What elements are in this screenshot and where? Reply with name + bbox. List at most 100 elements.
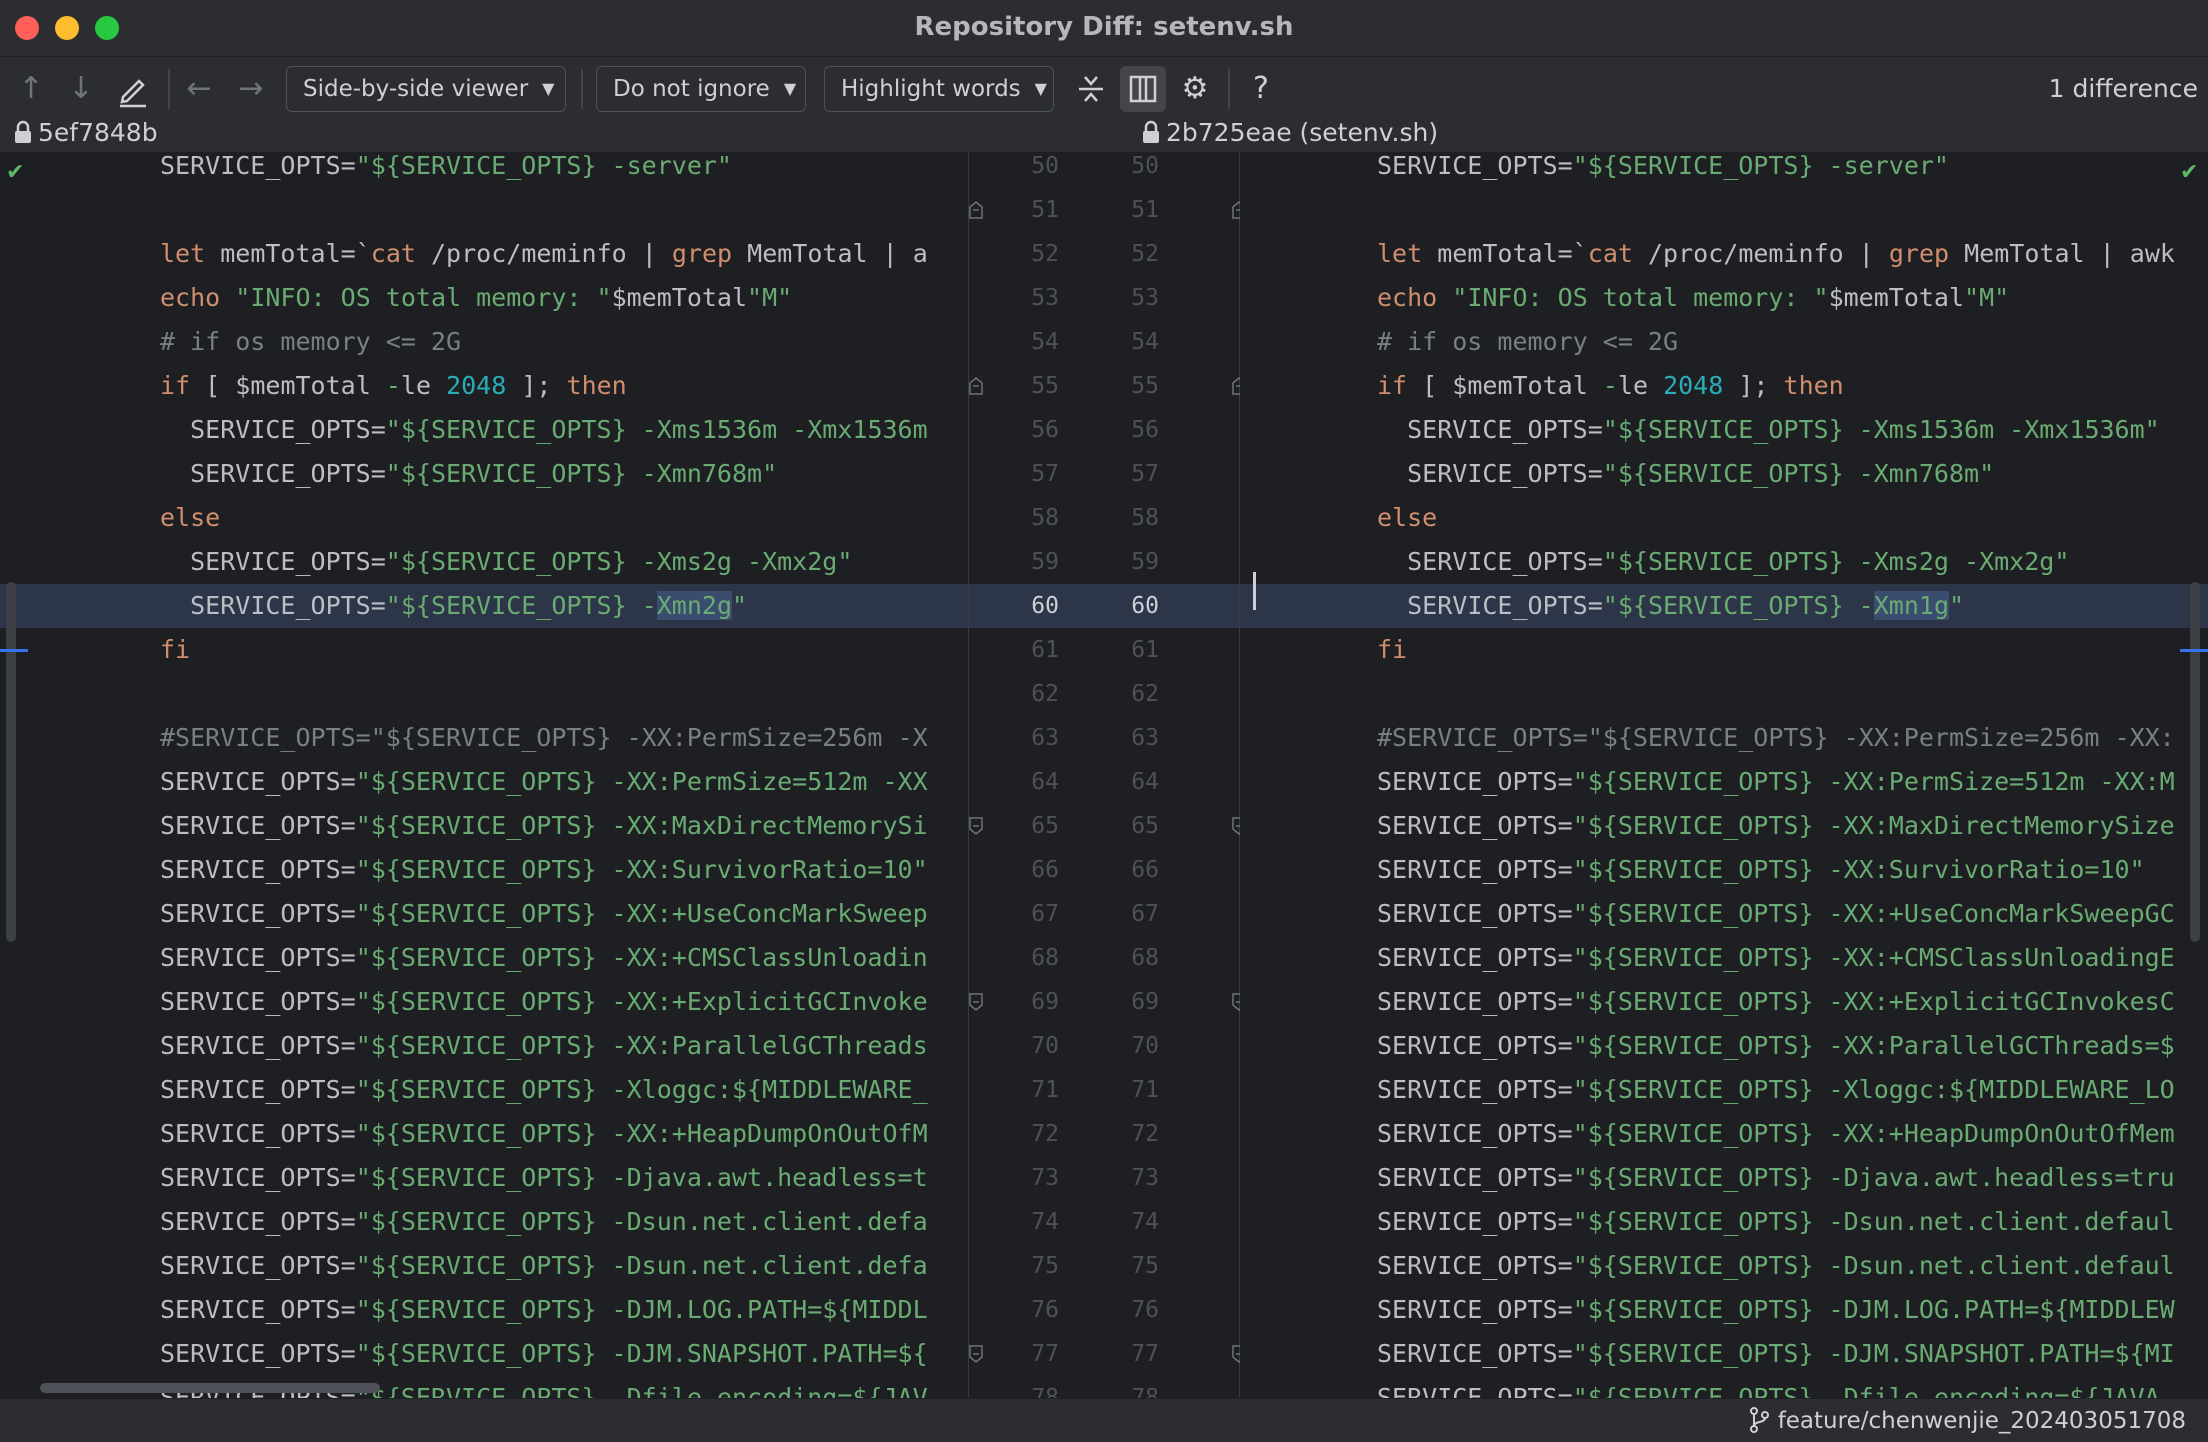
left-line-number[interactable]: 73 <box>999 1156 1059 1200</box>
ignore-mode-dropdown[interactable]: Do not ignore ▼ <box>596 66 806 112</box>
left-line-number[interactable]: 64 <box>999 760 1059 804</box>
prev-difference-icon[interactable]: ↑ <box>8 66 54 112</box>
right-line-number[interactable]: 77 <box>1099 1332 1159 1376</box>
left-line-number[interactable]: 53 <box>999 276 1059 320</box>
left-code-line[interactable]: SERVICE_OPTS="${SERVICE_OPTS} -Xms2g -Xm… <box>0 540 968 584</box>
right-line-number[interactable]: 71 <box>1099 1068 1159 1112</box>
right-code-line[interactable]: SERVICE_OPTS="${SERVICE_OPTS} -XX:Surviv… <box>1240 848 2208 892</box>
fold-marker-icon[interactable] <box>969 201 983 219</box>
right-line-number[interactable]: 76 <box>1099 1288 1159 1332</box>
left-line-number[interactable]: 67 <box>999 892 1059 936</box>
left-vertical-scrollbar[interactable] <box>6 582 16 942</box>
right-line-number[interactable]: 52 <box>1099 232 1159 276</box>
right-line-number[interactable]: 56 <box>1099 408 1159 452</box>
right-code-line[interactable]: fi <box>1240 628 2208 672</box>
right-code-line[interactable]: SERVICE_OPTS="${SERVICE_OPTS} -Dsun.net.… <box>1240 1200 2208 1244</box>
right-code-line[interactable]: SERVICE_OPTS="${SERVICE_OPTS} -Djava.awt… <box>1240 1156 2208 1200</box>
left-code-line[interactable]: SERVICE_OPTS="${SERVICE_OPTS} -XX:+CMSCl… <box>0 936 968 980</box>
right-line-number[interactable]: 72 <box>1099 1112 1159 1156</box>
right-code-line[interactable]: SERVICE_OPTS="${SERVICE_OPTS} -Dsun.net.… <box>1240 1244 2208 1288</box>
left-line-number[interactable]: 56 <box>999 408 1059 452</box>
right-code-line[interactable]: SERVICE_OPTS="${SERVICE_OPTS} -XX:+HeapD… <box>1240 1112 2208 1156</box>
left-code-line[interactable]: SERVICE_OPTS="${SERVICE_OPTS} -XX:+Expli… <box>0 980 968 1024</box>
right-code-line[interactable]: SERVICE_OPTS="${SERVICE_OPTS} -XX:Parall… <box>1240 1024 2208 1068</box>
right-line-number[interactable]: 78 <box>1099 1376 1159 1398</box>
right-code-line[interactable]: SERVICE_OPTS="${SERVICE_OPTS} -Xloggc:${… <box>1240 1068 2208 1112</box>
fold-marker-icon[interactable] <box>969 993 983 1011</box>
collapse-unchanged-icon[interactable] <box>1068 66 1114 112</box>
viewer-mode-dropdown[interactable]: Side-by-side viewer ▼ <box>286 66 566 112</box>
right-code-line[interactable]: SERVICE_OPTS="${SERVICE_OPTS} -Xms2g -Xm… <box>1240 540 2208 584</box>
help-icon[interactable]: ? <box>1238 66 1284 112</box>
left-code-line[interactable]: fi <box>0 628 968 672</box>
left-code-line[interactable]: SERVICE_OPTS="${SERVICE_OPTS} -DJM.LOG.P… <box>0 1288 968 1332</box>
left-code-line[interactable]: SERVICE_OPTS="${SERVICE_OPTS} -XX:MaxDir… <box>0 804 968 848</box>
right-line-number[interactable]: 59 <box>1099 540 1159 584</box>
right-line-number[interactable]: 63 <box>1099 716 1159 760</box>
right-code-line[interactable]: SERVICE_OPTS="${SERVICE_OPTS} -Dfile.enc… <box>1240 1376 2208 1398</box>
sync-scroll-icon[interactable] <box>1120 66 1166 112</box>
edit-icon[interactable] <box>110 66 156 112</box>
right-code-line[interactable]: SERVICE_OPTS="${SERVICE_OPTS} -XX:+UseCo… <box>1240 892 2208 936</box>
right-line-number[interactable]: 73 <box>1099 1156 1159 1200</box>
fold-marker-icon[interactable] <box>969 817 983 835</box>
right-code-line[interactable]: # if os memory <= 2G <box>1240 320 2208 364</box>
left-line-number[interactable]: 65 <box>999 804 1059 848</box>
left-line-number[interactable]: 71 <box>999 1068 1059 1112</box>
left-code-line[interactable]: SERVICE_OPTS="${SERVICE_OPTS} -Dsun.net.… <box>0 1200 968 1244</box>
right-code-line[interactable]: SERVICE_OPTS="${SERVICE_OPTS} -DJM.SNAPS… <box>1240 1332 2208 1376</box>
right-line-number[interactable]: 66 <box>1099 848 1159 892</box>
fold-marker-icon[interactable] <box>969 377 983 395</box>
branch-widget[interactable]: feature/chenwenjie_202403051708 <box>1748 1399 2186 1442</box>
left-code-line[interactable]: else <box>0 496 968 540</box>
left-line-number[interactable]: 63 <box>999 716 1059 760</box>
gear-icon[interactable]: ⚙ <box>1172 66 1218 112</box>
left-code-line[interactable]: SERVICE_OPTS="${SERVICE_OPTS} -Xms1536m … <box>0 408 968 452</box>
left-line-number[interactable]: 50 <box>999 152 1059 188</box>
back-icon[interactable]: ← <box>176 66 222 112</box>
right-line-number[interactable]: 68 <box>1099 936 1159 980</box>
left-line-number[interactable]: 74 <box>999 1200 1059 1244</box>
left-code-line[interactable]: let memTotal=`cat /proc/meminfo | grep M… <box>0 232 968 276</box>
right-code-line[interactable]: SERVICE_OPTS="${SERVICE_OPTS} -XX:+CMSCl… <box>1240 936 2208 980</box>
left-code-line[interactable]: SERVICE_OPTS="${SERVICE_OPTS} -Djava.awt… <box>0 1156 968 1200</box>
left-line-number[interactable]: 66 <box>999 848 1059 892</box>
left-changed-line[interactable]: SERVICE_OPTS="${SERVICE_OPTS} -Xmn2g" <box>0 584 968 628</box>
right-code-line[interactable]: SERVICE_OPTS="${SERVICE_OPTS} -XX:+Expli… <box>1240 980 2208 1024</box>
right-line-number[interactable]: 55 <box>1099 364 1159 408</box>
right-code-line[interactable]: SERVICE_OPTS="${SERVICE_OPTS} -Xmn768m" <box>1240 452 2208 496</box>
right-vertical-scrollbar[interactable] <box>2190 582 2200 942</box>
left-code-line[interactable]: if [ $memTotal -le 2048 ]; then <box>0 364 968 408</box>
left-code-line[interactable]: SERVICE_OPTS="${SERVICE_OPTS} -Xmn768m" <box>0 452 968 496</box>
left-line-number[interactable]: 51 <box>999 188 1059 232</box>
right-line-number[interactable]: 75 <box>1099 1244 1159 1288</box>
left-line-number[interactable]: 78 <box>999 1376 1059 1398</box>
right-code-line[interactable]: if [ $memTotal -le 2048 ]; then <box>1240 364 2208 408</box>
left-editor-pane[interactable]: SERVICE_OPTS="${SERVICE_OPTS} -server" le… <box>0 152 968 1398</box>
right-line-number[interactable]: 50 <box>1099 152 1159 188</box>
right-line-number[interactable]: 53 <box>1099 276 1159 320</box>
left-line-number[interactable]: 76 <box>999 1288 1059 1332</box>
right-code-line[interactable]: let memTotal=`cat /proc/meminfo | grep M… <box>1240 232 2208 276</box>
left-code-line[interactable]: SERVICE_OPTS="${SERVICE_OPTS} -XX:+HeapD… <box>0 1112 968 1156</box>
right-code-line[interactable]: SERVICE_OPTS="${SERVICE_OPTS} -XX:MaxDir… <box>1240 804 2208 848</box>
left-line-number[interactable]: 55 <box>999 364 1059 408</box>
left-code-line[interactable]: SERVICE_OPTS="${SERVICE_OPTS} -XX:Surviv… <box>0 848 968 892</box>
right-editor-pane[interactable]: SERVICE_OPTS="${SERVICE_OPTS} -server" le… <box>1240 152 2208 1398</box>
left-line-number[interactable]: 52 <box>999 232 1059 276</box>
left-line-number[interactable]: 59 <box>999 540 1059 584</box>
right-line-number[interactable]: 70 <box>1099 1024 1159 1068</box>
left-code-line[interactable]: SERVICE_OPTS="${SERVICE_OPTS} -XX:Parall… <box>0 1024 968 1068</box>
left-line-number[interactable]: 61 <box>999 628 1059 672</box>
left-line-number[interactable]: 60 <box>999 584 1059 628</box>
right-line-number[interactable]: 60 <box>1099 584 1159 628</box>
right-line-number[interactable]: 67 <box>1099 892 1159 936</box>
left-line-number[interactable]: 68 <box>999 936 1059 980</box>
left-line-number[interactable]: 70 <box>999 1024 1059 1068</box>
left-line-number[interactable]: 54 <box>999 320 1059 364</box>
left-code-line[interactable]: echo "INFO: OS total memory: "$memTotal"… <box>0 276 968 320</box>
right-code-line[interactable] <box>1240 188 2208 232</box>
right-code-line[interactable]: SERVICE_OPTS="${SERVICE_OPTS} -Xms1536m … <box>1240 408 2208 452</box>
left-line-number[interactable]: 62 <box>999 672 1059 716</box>
left-line-number[interactable]: 57 <box>999 452 1059 496</box>
